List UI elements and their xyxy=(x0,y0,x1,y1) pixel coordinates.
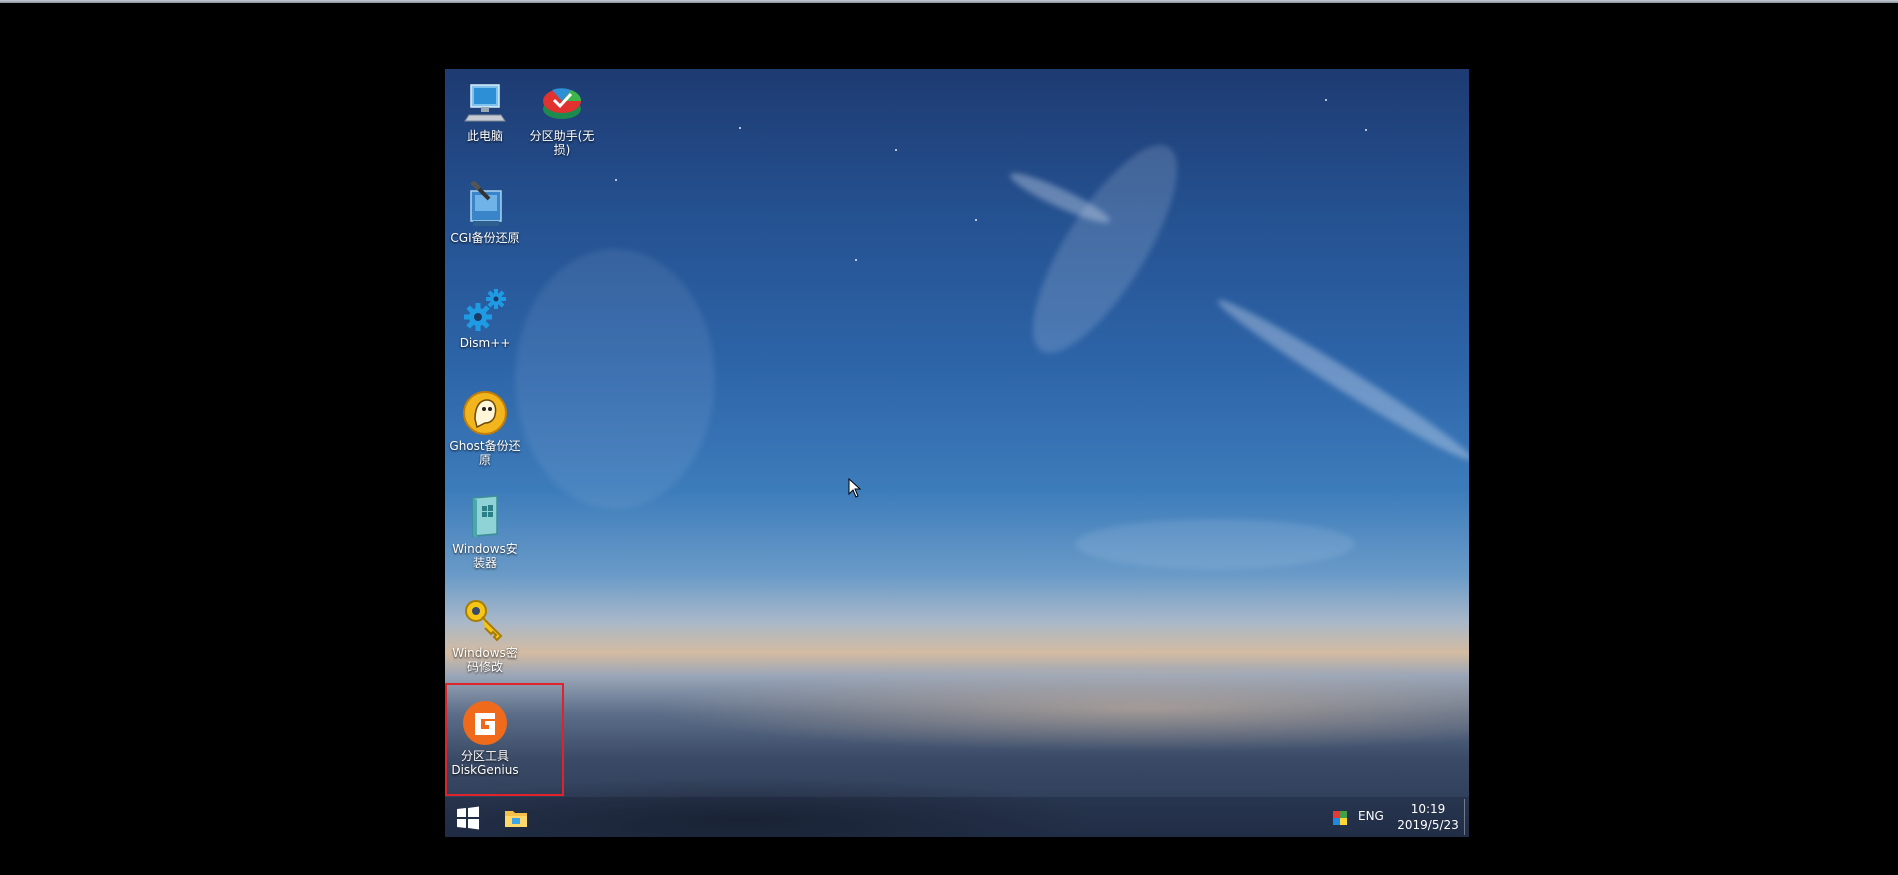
icon-label: 此电脑 xyxy=(466,129,503,143)
mouse-cursor-icon xyxy=(848,478,862,498)
icon-label-line: 装器 xyxy=(472,556,497,570)
star xyxy=(1325,99,1327,101)
icon-label-line: Ghost备份还 xyxy=(449,439,521,453)
key-icon xyxy=(465,600,503,642)
this-pc-icon xyxy=(464,84,506,122)
icon-label: Windows安 装器 xyxy=(445,542,525,570)
clock-date: 2019/5/23 xyxy=(1397,818,1459,832)
cloud-streak xyxy=(1075,519,1355,569)
diskgenius-highlight-box xyxy=(445,683,564,796)
icon-label-line: Windows安 xyxy=(452,542,518,556)
windows-start-icon[interactable] xyxy=(455,805,481,831)
icon-label-line: 码修改 xyxy=(466,660,503,674)
cloud-streak xyxy=(515,249,715,509)
host-window-edge xyxy=(0,0,1898,3)
cloud-streak xyxy=(1007,126,1203,372)
clock-time: 10:19 xyxy=(1410,802,1446,816)
color-tray-icon[interactable] xyxy=(1333,811,1347,825)
language-indicator[interactable]: ENG xyxy=(1358,809,1384,823)
desktop-icon-windows-installer[interactable]: Windows安 装器 xyxy=(445,492,525,570)
star xyxy=(895,149,897,151)
file-explorer-icon[interactable] xyxy=(503,805,529,831)
partition-assistant-icon xyxy=(543,88,582,119)
dism-gears-icon xyxy=(464,289,506,331)
taskbar-clock[interactable]: 10:19 2019/5/23 xyxy=(1393,801,1463,833)
icon-label: Dism++ xyxy=(459,336,511,350)
show-desktop-button[interactable] xyxy=(1464,799,1465,835)
desktop-icon-this-pc[interactable]: 此电脑 xyxy=(445,79,525,143)
icon-label-line: 损) xyxy=(553,143,571,157)
star xyxy=(739,127,741,129)
icon-label: CGI备份还原 xyxy=(450,231,520,245)
remote-desktop-screen[interactable]: 此电脑 分区助手(无 损) CGI备份还原 Dism++ Ghost备份还 原 … xyxy=(445,69,1469,837)
cgi-backup-icon xyxy=(470,181,502,226)
desktop-icon-dism[interactable]: Dism++ xyxy=(445,286,525,350)
desktop-icon-windows-password[interactable]: Windows密 码修改 xyxy=(445,596,525,674)
star xyxy=(855,259,857,261)
icon-label: 分区助手(无 损) xyxy=(522,129,602,157)
windows-installer-icon xyxy=(472,495,498,538)
star xyxy=(615,179,617,181)
icon-label-line: Windows密 xyxy=(452,646,518,660)
star xyxy=(1365,129,1367,131)
desktop-icon-cgi-backup[interactable]: CGI备份还原 xyxy=(445,181,525,245)
icon-label-line: 分区助手(无 xyxy=(529,129,595,143)
icon-label: Ghost备份还 原 xyxy=(445,439,525,467)
taskbar: ENG 10:19 2019/5/23 xyxy=(445,797,1469,837)
star xyxy=(975,219,977,221)
desktop-icon-partition-assistant[interactable]: 分区助手(无 损) xyxy=(522,79,602,157)
ghost-icon xyxy=(463,391,507,435)
desktop-icon-ghost[interactable]: Ghost备份还 原 xyxy=(445,389,525,467)
icon-label-line: 原 xyxy=(478,453,491,467)
icon-label: Windows密 码修改 xyxy=(445,646,525,674)
cloud-streak xyxy=(1211,291,1469,469)
